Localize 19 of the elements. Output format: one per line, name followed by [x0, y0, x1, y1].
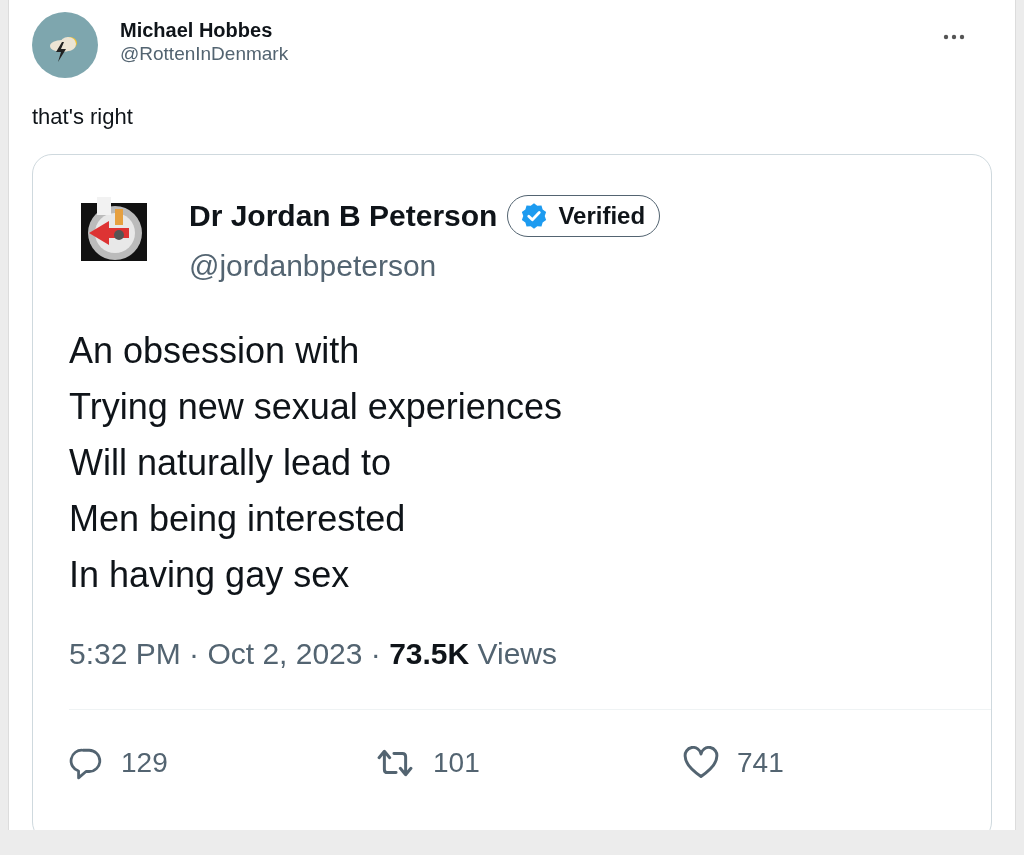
more-icon[interactable] [943, 34, 965, 40]
post-text-line: Men being interested [69, 497, 406, 541]
author-handle[interactable]: @RottenInDenmark [120, 42, 943, 66]
post-text-line: An obsession with [69, 329, 360, 373]
action-count: 129 [121, 747, 168, 779]
post-text: that's right [32, 104, 133, 130]
action-count: 741 [737, 747, 784, 779]
action-count: 101 [433, 747, 480, 779]
author-name[interactable]: Michael Hobbes [120, 18, 943, 42]
heart-icon[interactable] [683, 746, 719, 780]
author-handle[interactable]: @jordanbpeterson [189, 249, 661, 283]
badge-label: Verified [558, 202, 646, 230]
verified-icon [520, 202, 549, 230]
speech-bubble-icon[interactable] [69, 746, 103, 780]
post-text-line: Will naturally lead to [69, 441, 392, 485]
author-name[interactable]: Dr Jordan B Peterson [189, 199, 498, 233]
post-meta: 5:32 PM · Oct 2, 2023 · 73.5K Views [69, 637, 559, 671]
post-text-line: In having gay sex [69, 553, 350, 597]
post-text-line: Trying new sexual experiences [69, 385, 562, 429]
